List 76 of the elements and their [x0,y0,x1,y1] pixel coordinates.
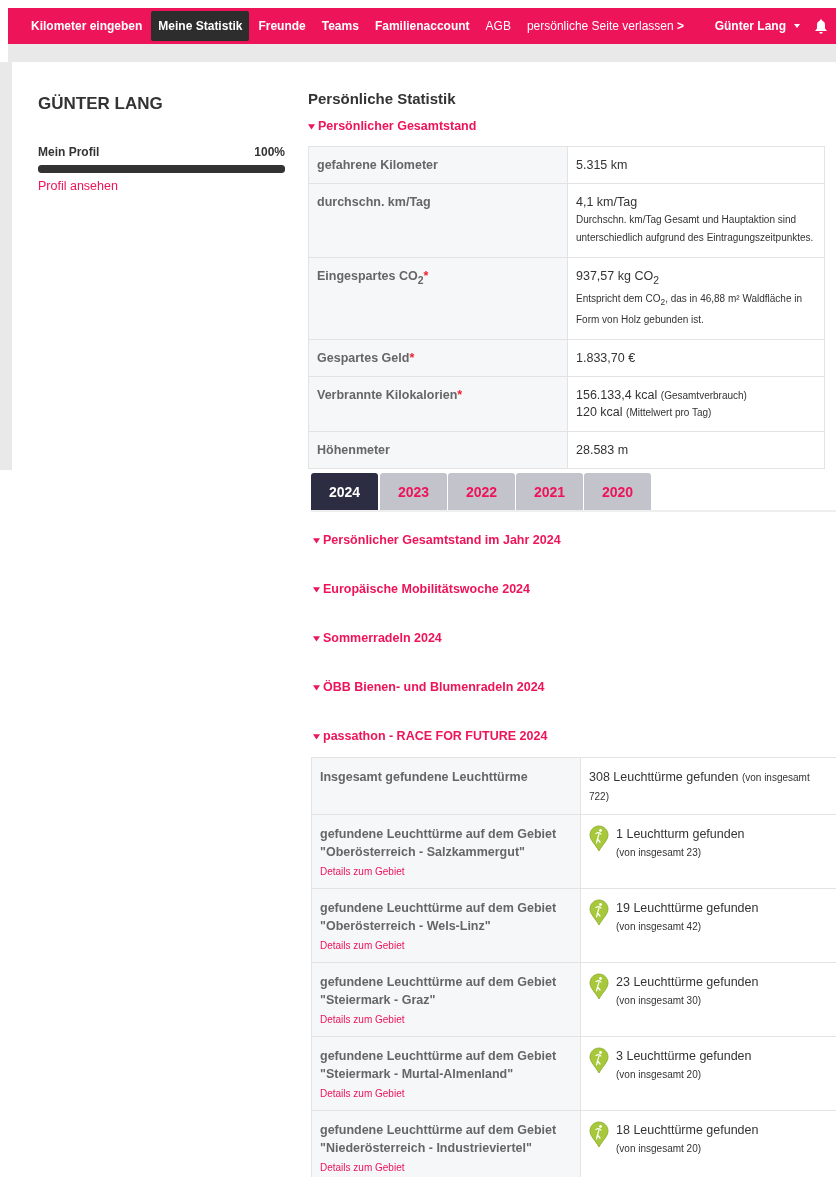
nav-link[interactable]: Familienaccount [367,11,477,41]
lighthouse-count: 23 Leuchttürme gefunden [616,975,759,989]
lighthouse-count: 18 Leuchttürme gefunden [616,1123,759,1137]
details-link[interactable]: Details zum Gebiet [320,939,572,953]
details-link[interactable]: Details zum Gebiet [320,1087,572,1101]
lighthouse-count: 3 Leuchttürme gefunden [616,1049,752,1063]
nav-link[interactable]: Freunde [251,11,313,41]
section-heading[interactable]: Sommerradeln 2024 [323,631,442,645]
stat-label: durchschn. km/Tag [308,183,568,258]
section-heading[interactable]: Persönlicher Gesamtstand [318,119,477,133]
section-heading[interactable]: passathon - RACE FOR FUTURE 2024 [323,729,548,743]
lighthouse-label: gefundene Leuchttürme auf dem Gebiet "Niederösterreich - Industrieviertel" [320,1123,557,1155]
progress-label: Mein Profil [38,145,100,159]
nav-link[interactable]: Teams [314,11,366,41]
year-tab[interactable]: 2023 [380,473,447,510]
stat-value: 4,1 km/Tag Durchschn. km/Tag Gesamt und Hauptaktion sind unterschiedlich aufgrund des Eintragungszeitpunktes. [567,183,825,258]
pin-icon [589,825,609,852]
stat-value: 5.315 km [567,146,825,184]
stat-value: 156.133,4 kcal (Gesamtverbrauch) 120 kcal (Mittelwert pro Tag) [567,376,825,431]
caret-down-icon [794,24,800,28]
pin-icon [589,1047,609,1074]
profile-link[interactable]: Profil ansehen [38,179,118,193]
details-link[interactable]: Details zum Gebiet [320,1161,572,1175]
lighthouse-count: 308 Leuchttürme gefunden (von insgesamt 722) [589,770,810,803]
bell-icon[interactable] [814,18,828,34]
caret-down-icon[interactable] [313,536,320,544]
section-heading[interactable]: Persönlicher Gesamtstand im Jahr 2024 [323,533,561,547]
section-title: Persönliche Statistik [308,90,457,107]
caret-down-icon[interactable] [313,634,320,642]
stat-value: 1.833,70 € [567,339,825,376]
pin-icon [589,1121,609,1148]
lighthouse-label: gefundene Leuchttürme auf dem Gebiet "Steiermark - Graz" [320,975,557,1007]
lighthouse-total: (von insgesamt 20) [616,1068,703,1082]
caret-down-icon[interactable] [313,585,320,593]
pin-icon [589,973,609,1000]
required-mark: * [423,269,429,283]
lighthouse-total: (von insgesamt 23) [616,846,703,860]
lighthouse-total: (von insgesamt 42) [616,920,703,934]
details-link[interactable]: Details zum Gebiet [320,1013,572,1027]
profile-name: GÜNTER LANG [38,94,164,114]
caret-down-icon[interactable] [313,732,320,740]
nav-link[interactable]: AGB [478,11,518,41]
required-mark: * [457,387,463,402]
nav-link[interactable]: persönliche Seite verlassen > [519,11,691,41]
year-tab[interactable]: 2022 [448,473,515,510]
lighthouse-count: 19 Leuchttürme gefunden [616,901,759,915]
user-menu[interactable]: Günter Lang [714,19,800,33]
pin-icon [589,899,609,926]
lighthouse-label: gefundene Leuchttürme auf dem Gebiet "Steiermark - Murtal-Almenland" [320,1049,557,1081]
stat-value: 937,57 kg CO$_{2}$ Entspricht dem CO$_{2}$, das in 46,88 m² Waldfläche in Form von Holz gebunden ist. [567,257,825,339]
progress-percent: 100% [254,145,285,159]
stat-note: Entspricht dem CO$_{2}$, das in 46,88 m² Waldfläche in Form von Holz gebunden ist. [576,291,804,327]
lighthouse-label: gefundene Leuchttürme auf dem Gebiet "Oberösterreich - Salzkammergut" [320,827,557,859]
lighthouse-label: gefundene Leuchttürme auf dem Gebiet "Oberösterreich - Wels-Linz" [320,901,557,933]
stat-label: Verbrannte Kilokalorien* [308,376,568,431]
stat-label: Gespartes Geld* [308,339,568,376]
lighthouse-label: Insgesamt gefundene Leuchttürme [320,770,528,784]
lighthouse-total: (von insgesamt 30) [616,994,703,1008]
lighthouse-total: (von insgesamt 20) [616,1142,703,1156]
stat-label: gefahrene Kilometer [308,146,568,184]
year-tab[interactable]: 2021 [516,473,583,510]
details-link[interactable]: Details zum Gebiet [320,865,572,879]
stat-label: Eingespartes CO$_{2}$* [308,257,568,339]
caret-down-icon[interactable] [308,122,315,130]
stat-label: Höhenmeter [308,431,568,468]
section-heading[interactable]: ÖBB Bienen- und Blumenradeln 2024 [323,680,545,694]
nav-link[interactable]: Kilometer eingeben [24,11,150,41]
nav-link[interactable]: Meine Statistik [151,11,250,41]
stat-value: 28.583 m [567,431,825,468]
year-tab[interactable]: 2024 [311,473,378,510]
required-mark: * [409,350,415,365]
year-tab[interactable]: 2020 [584,473,651,510]
stat-note: Durchschn. km/Tag Gesamt und Hauptaktion sind unterschiedlich aufgrund des Eintragungszeitpunktes. [576,213,815,245]
caret-down-icon[interactable] [313,683,320,691]
lighthouse-count: 1 Leuchtturm gefunden [616,827,745,841]
section-heading[interactable]: Europäische Mobilitätswoche 2024 [323,582,530,596]
